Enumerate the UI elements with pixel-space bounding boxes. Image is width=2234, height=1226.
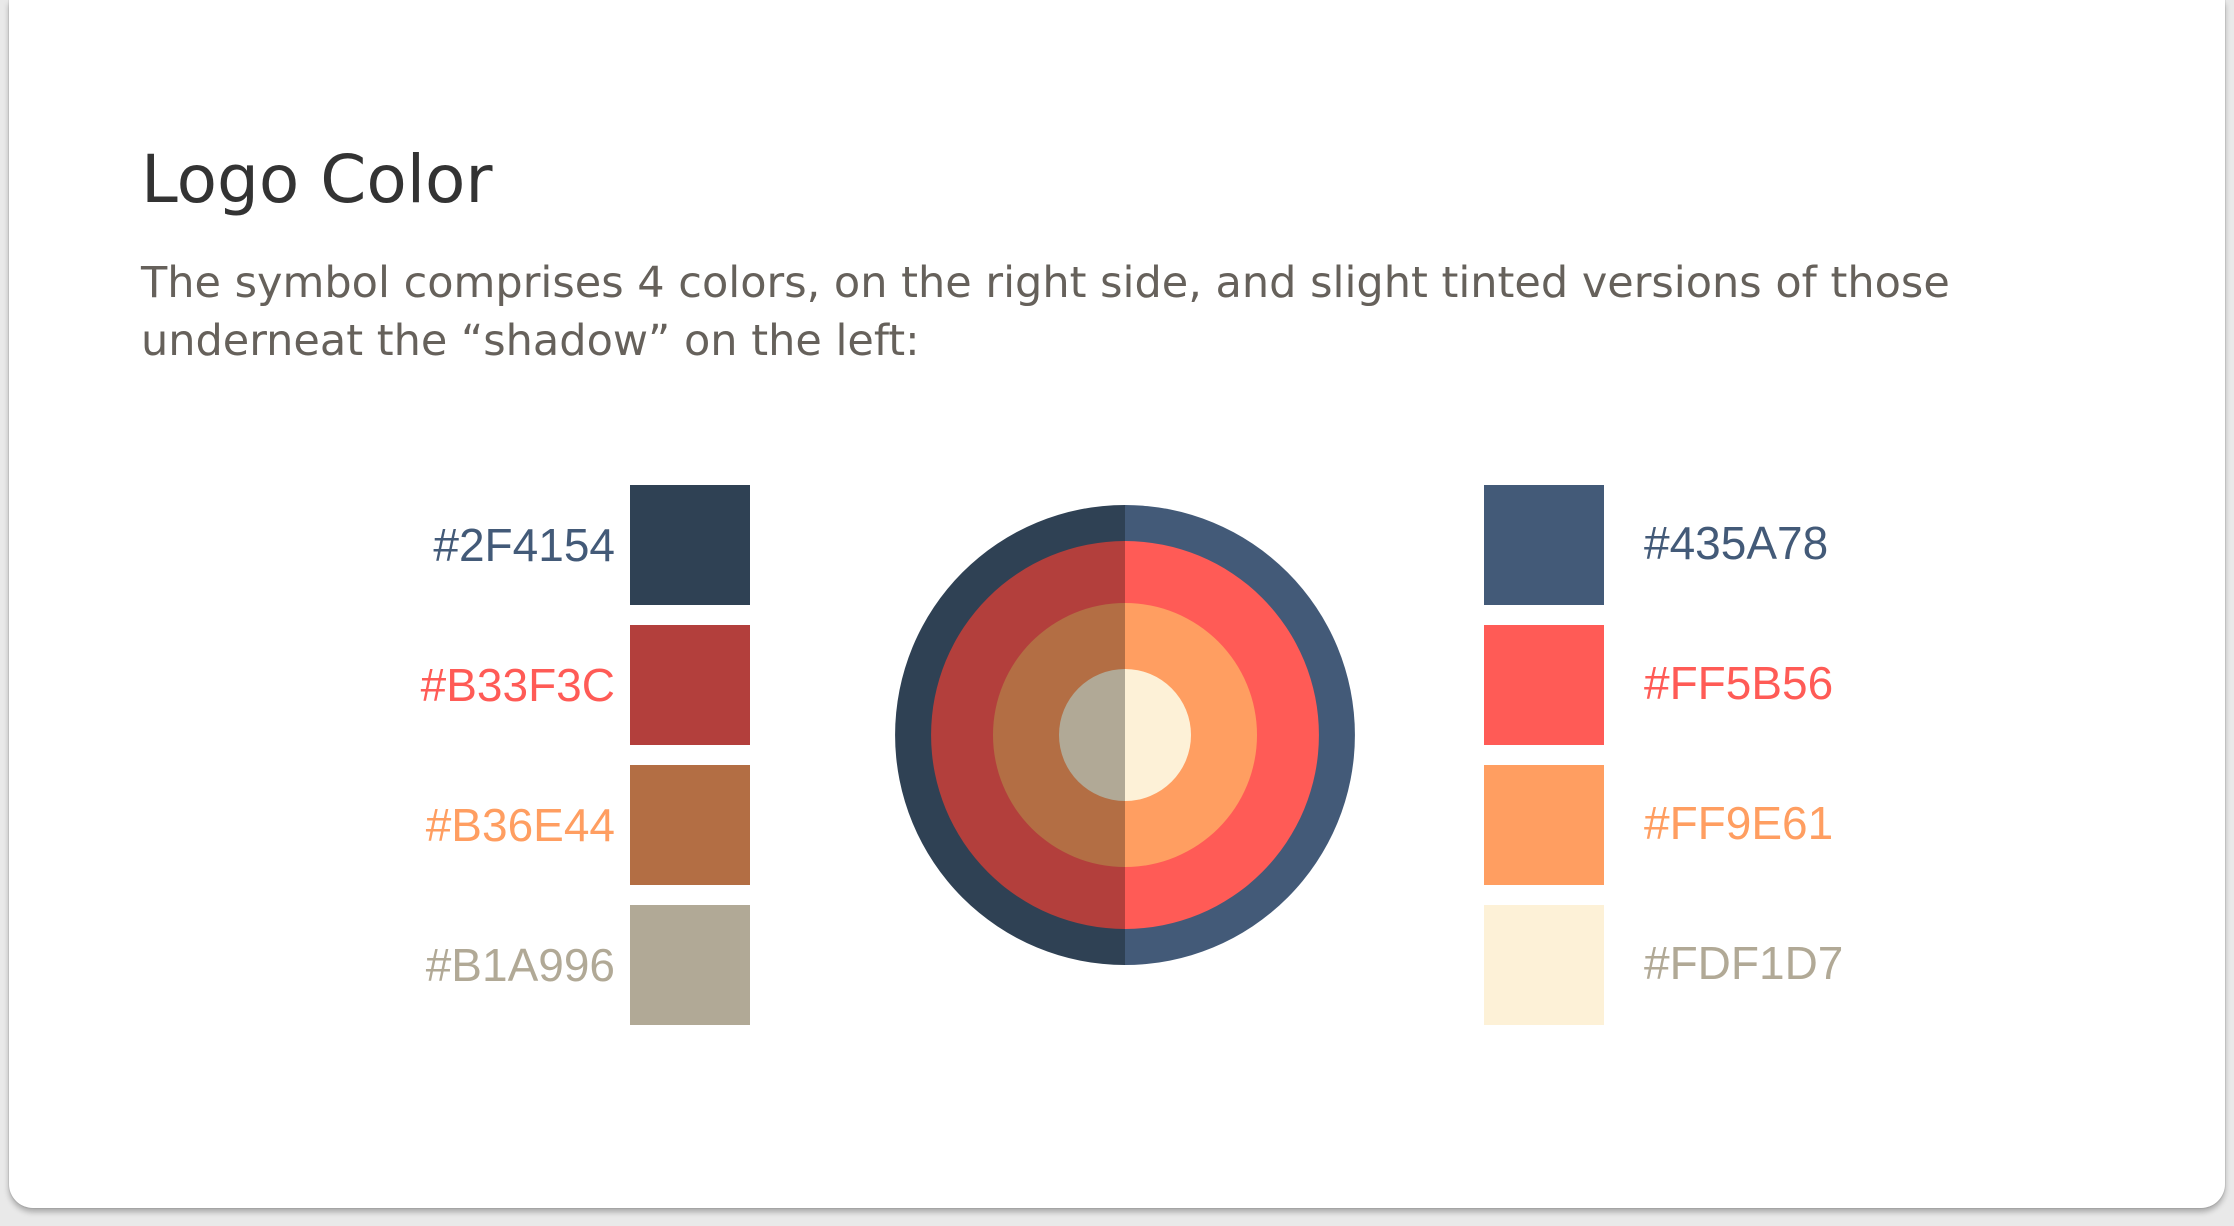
- right-hex-label-2: #FF5B56: [1644, 657, 1834, 709]
- left-swatch-1: [630, 485, 750, 605]
- right-swatch-4: [1484, 905, 1604, 1025]
- logo-shadow-half: [895, 505, 1125, 965]
- left-hex-label-3: #B36E44: [425, 799, 615, 851]
- section-description: The symbol comprises 4 colors, on the ri…: [141, 254, 2041, 370]
- logo-lit-half: [1125, 505, 1355, 965]
- right-hex-label-4: #FDF1D7: [1644, 937, 1844, 989]
- left-swatch-2: [630, 625, 750, 745]
- left-swatch-4: [630, 905, 750, 1025]
- description-line-1: The symbol comprises 4 colors, on the ri…: [141, 258, 1950, 308]
- description-line-2: underneat the “shadow” on the left:: [141, 316, 920, 366]
- page: Logo Color The symbol comprises 4 colors…: [0, 0, 2234, 1226]
- logo-symbol: [895, 505, 1355, 965]
- left-hex-label-1: #2F4154: [433, 519, 615, 571]
- right-hex-label-1: #435A78: [1644, 517, 1829, 569]
- left-hex-label-2: #B33F3C: [420, 659, 615, 711]
- right-swatch-2: [1484, 625, 1604, 745]
- right-swatch-1: [1484, 485, 1604, 605]
- right-hex-label-3: #FF9E61: [1644, 797, 1834, 849]
- right-swatch-3: [1484, 765, 1604, 885]
- left-hex-label-4: #B1A996: [425, 939, 615, 991]
- logo-color-card: Logo Color The symbol comprises 4 colors…: [9, 0, 2225, 1208]
- section-title: Logo Color: [141, 141, 493, 218]
- left-swatch-3: [630, 765, 750, 885]
